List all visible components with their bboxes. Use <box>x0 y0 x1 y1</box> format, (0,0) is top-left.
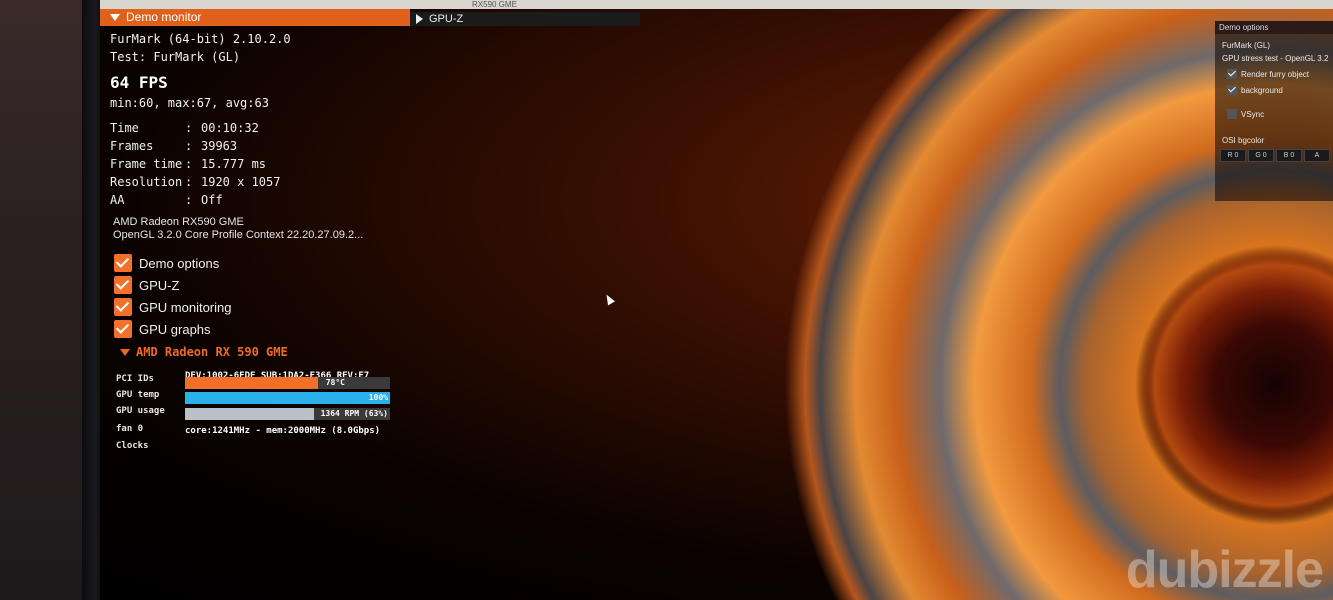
gpu-name: AMD Radeon RX590 GME <box>113 216 244 228</box>
vsync-label: VSync <box>1241 110 1265 119</box>
demo-options-line2: GPU stress test - OpenGL 3.2 <box>1222 54 1329 63</box>
watermark-logo: dubizzle <box>1125 541 1324 599</box>
stat-time: Time:00:10:32 <box>110 121 259 135</box>
background-label: background <box>1241 86 1283 95</box>
stat-value: 39963 <box>201 139 238 153</box>
checkbox-checked-icon[interactable] <box>114 276 132 294</box>
top-strip-text: RX590 GME <box>472 0 517 9</box>
temp-label: GPU temp <box>116 390 160 400</box>
stat-key: Frame time <box>110 157 183 171</box>
rgba-inputs: R 0 G 0 B 0 A <box>1220 149 1330 162</box>
g-input[interactable]: G 0 <box>1248 149 1274 162</box>
usage-bar-fill <box>185 392 390 404</box>
fur-donut-render <box>410 0 1333 600</box>
vsync-checkbox[interactable] <box>1227 109 1237 119</box>
top-strip: RX590 GME <box>100 0 1333 9</box>
gpuz-window-title[interactable]: GPU-Z <box>410 12 640 26</box>
a-input[interactable]: A <box>1304 149 1330 162</box>
furmark-screen: RX590 GME Demo monitor GPU-Z FurMark (64… <box>100 0 1333 600</box>
fps-stats: min:60, max:67, avg:63 <box>110 96 269 110</box>
expand-icon <box>416 14 423 25</box>
checkbox-demo-options[interactable]: Demo options <box>114 253 219 273</box>
stat-value: Off <box>201 193 223 207</box>
stat-aa: AA: Off <box>110 193 223 207</box>
checkbox-gpu-graphs[interactable]: GPU graphs <box>114 319 211 339</box>
gl-context: OpenGL 3.2.0 Core Profile Context 22.20.… <box>113 229 364 241</box>
checkbox-label: Demo options <box>139 255 220 271</box>
fan-bar-fill <box>185 408 315 420</box>
pci-label: PCI IDs <box>116 374 154 384</box>
stat-frames: Frames:39963 <box>110 139 238 153</box>
stat-resolution: Resolution:1920 x 1057 <box>110 175 281 189</box>
stat-frame-time: Frame time:15.777 ms <box>110 157 267 171</box>
stat-key: Resolution <box>110 175 183 189</box>
stat-key: Time <box>110 121 139 135</box>
r-input[interactable]: R 0 <box>1220 149 1246 162</box>
clocks-value: core:1241MHz - mem:2000MHz (8.0Gbps) <box>185 426 381 436</box>
temp-bar-fill <box>185 377 319 389</box>
clocks-label: Clocks <box>116 441 149 451</box>
demo-monitor-title[interactable]: Demo monitor <box>100 9 410 26</box>
app-name: FurMark (64-bit) 2.10.2.0 <box>110 32 291 46</box>
collapse-icon <box>110 14 120 22</box>
stat-value: 1920 x 1057 <box>201 175 281 189</box>
stat-value: 00:10:32 <box>201 121 259 135</box>
checkbox-checked-icon[interactable] <box>114 254 132 272</box>
desk-background <box>0 0 95 600</box>
gpuz-title-label: GPU-Z <box>429 13 464 25</box>
usage-label: GPU usage <box>116 406 165 416</box>
checkbox-gpu-z[interactable]: GPU-Z <box>114 275 179 295</box>
checkbox-checked-icon[interactable] <box>114 298 132 316</box>
stat-value: 15.777 ms <box>201 157 267 171</box>
demo-options-title-label: Demo options <box>1219 23 1269 32</box>
demo-options-title[interactable]: Demo options <box>1215 21 1333 34</box>
checkbox-label: GPU monitoring <box>139 299 232 315</box>
demo-monitor-title-label: Demo monitor <box>126 10 202 24</box>
fan-value: 1364 RPM (63%) <box>320 409 388 418</box>
render-furry-object-checkbox[interactable] <box>1227 69 1237 79</box>
usage-bar: 100% <box>185 392 390 404</box>
render-furry-object-label: Render furry object <box>1241 70 1310 79</box>
gpu-section-title: AMD Radeon RX 590 GME <box>136 345 288 359</box>
fan-label: fan 0 <box>116 424 144 434</box>
stat-key: AA <box>110 193 125 207</box>
demo-options-line1: FurMark (GL) <box>1222 41 1270 50</box>
background-checkbox[interactable] <box>1227 85 1237 95</box>
temp-value: 78°C <box>325 378 345 387</box>
b-input[interactable]: B 0 <box>1276 149 1302 162</box>
osi-bgcolor-label: OSI bgcolor <box>1222 136 1265 145</box>
fan-bar: 1364 RPM (63%) <box>185 408 390 420</box>
gpu-section-header[interactable]: AMD Radeon RX 590 GME <box>120 345 288 359</box>
temp-bar: 78°C <box>185 377 390 389</box>
test-name: Test: FurMark (GL) <box>110 50 241 64</box>
checkbox-gpu-monitoring[interactable]: GPU monitoring <box>114 297 231 317</box>
stat-key: Frames <box>110 139 154 153</box>
usage-value: 100% <box>368 393 388 402</box>
checkbox-label: GPU-Z <box>139 277 180 293</box>
demo-options-panel: Demo options FurMark (GL) GPU stress tes… <box>1215 21 1333 201</box>
collapse-icon <box>120 349 130 356</box>
checkbox-checked-icon[interactable] <box>114 320 132 338</box>
fps-value: 64 FPS <box>110 73 168 92</box>
checkbox-label: GPU graphs <box>139 321 211 337</box>
